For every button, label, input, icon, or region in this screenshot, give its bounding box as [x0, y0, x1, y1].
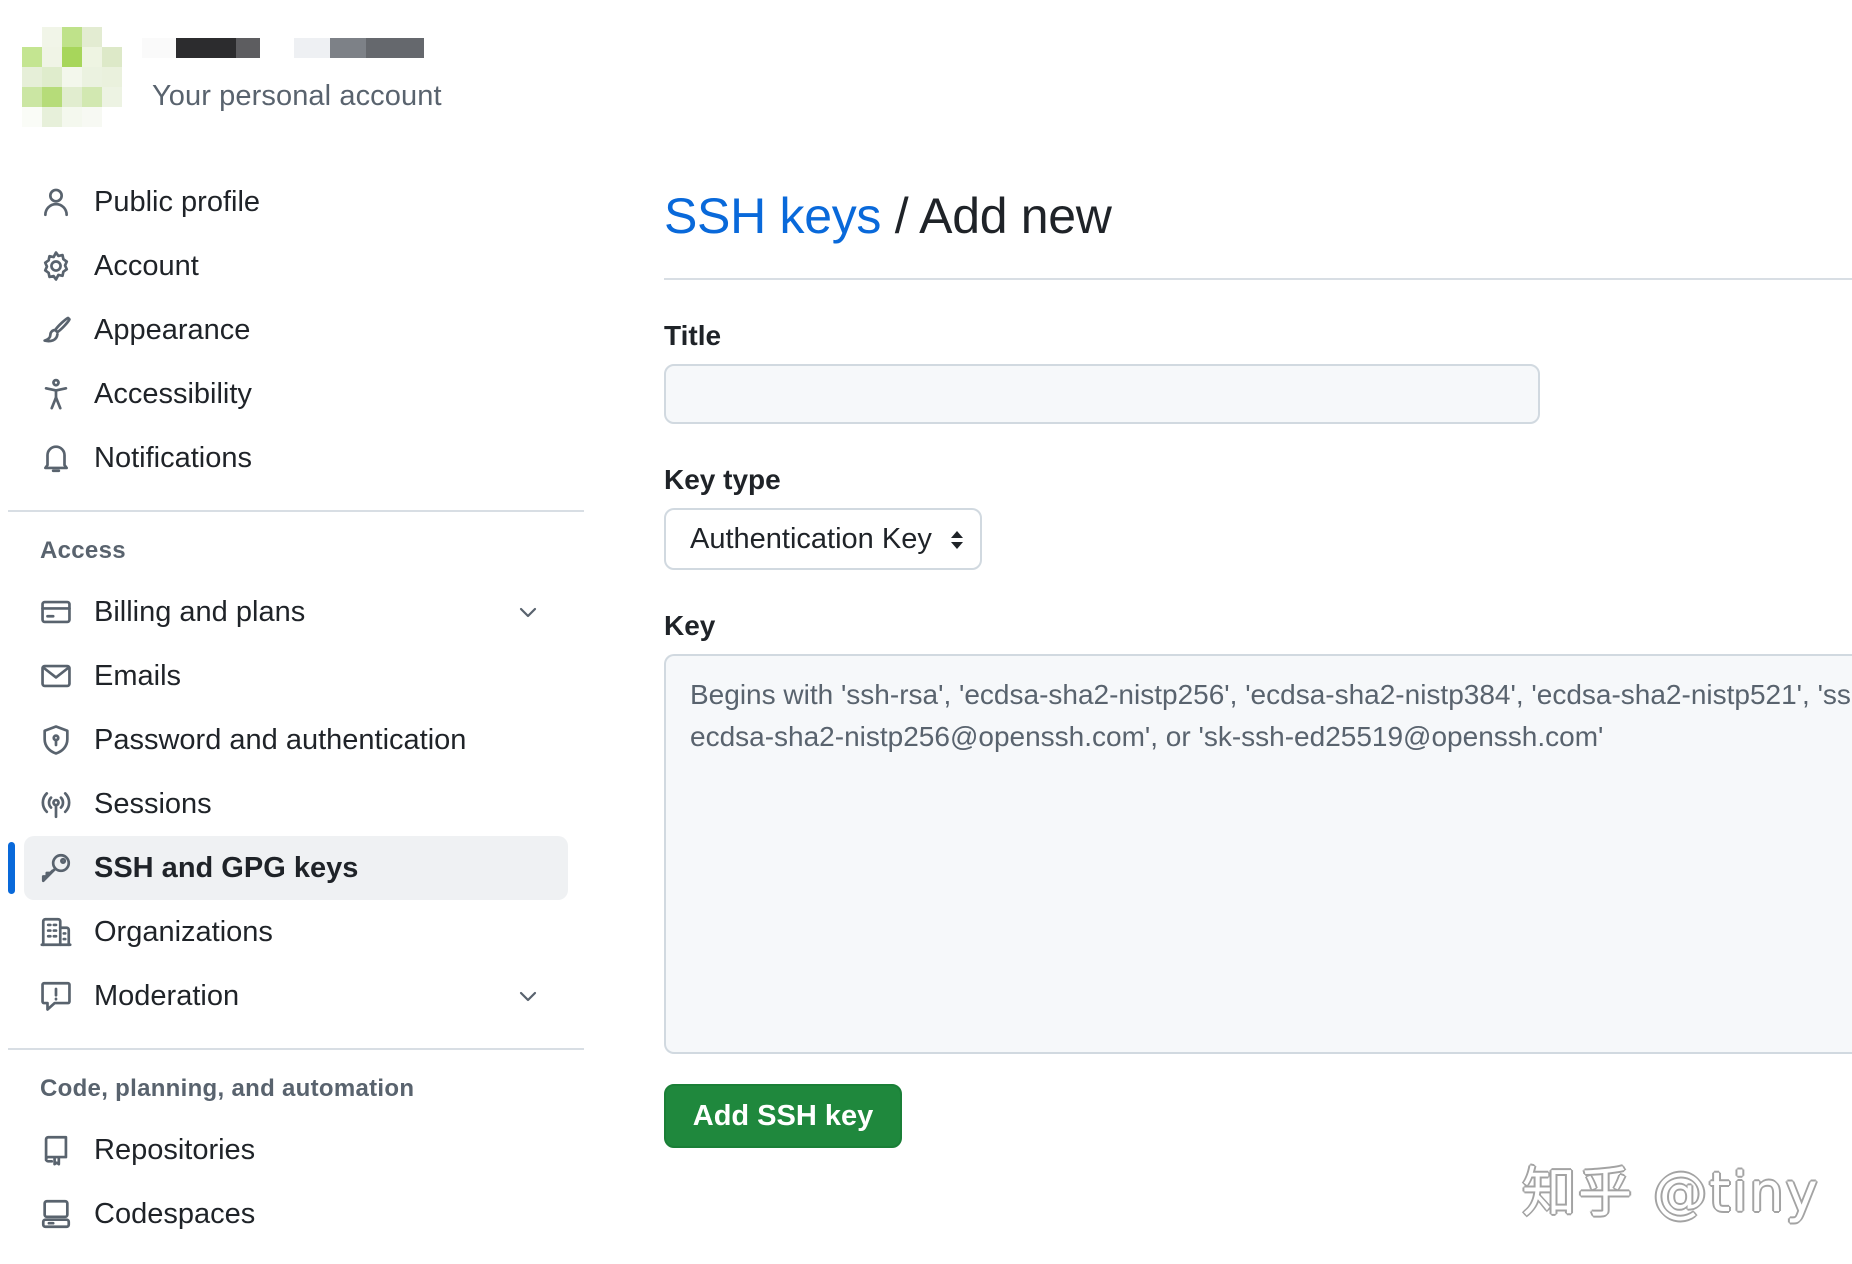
key-type-label: Key type: [664, 460, 1852, 500]
sidebar-item-label: Repositories: [94, 1134, 568, 1167]
credit-card-icon: [38, 594, 74, 630]
sidebar-item-label: SSH and GPG keys: [94, 852, 568, 885]
account-subtitle: Your personal account: [152, 80, 442, 113]
sidebar-item-appearance[interactable]: Appearance: [24, 298, 568, 362]
title-divider: [664, 278, 1852, 280]
avatar-pixel: [22, 87, 42, 107]
paintbrush-icon: [38, 312, 74, 348]
sidebar-item-emails[interactable]: Emails: [24, 644, 568, 708]
avatar-pixel: [82, 27, 102, 47]
avatar-pixel: [22, 107, 42, 127]
avatar-pixel: [42, 47, 62, 67]
person-icon: [38, 184, 74, 220]
key-icon: [38, 850, 74, 886]
key-textarea[interactable]: Begins with 'ssh-rsa', 'ecdsa-sha2-nistp…: [664, 654, 1852, 1054]
avatar-pixel: [62, 67, 82, 87]
key-placeholder-line-1: Begins with 'ssh-rsa', 'ecdsa-sha2-nistp…: [690, 674, 1852, 716]
account-header: Your personal account: [0, 0, 620, 140]
sidebar-item-label: Codespaces: [94, 1198, 568, 1231]
sidebar-item-label: Organizations: [94, 916, 568, 949]
avatar-pixel: [42, 107, 62, 127]
avatar-pixel: [102, 87, 122, 107]
sidebar-item-ssh-gpg-keys[interactable]: SSH and GPG keys: [24, 836, 568, 900]
main-content: SSH keys / Add new Title Key type Authen…: [664, 170, 1852, 1148]
avatar-pixel: [62, 87, 82, 107]
active-indicator: [8, 842, 15, 894]
sidebar-item-sessions[interactable]: Sessions: [24, 772, 568, 836]
avatar-pixel: [82, 87, 102, 107]
page-title: SSH keys / Add new: [664, 180, 1852, 252]
avatar-pixel: [22, 67, 42, 87]
watermark: 知乎 @tiny: [1522, 1148, 1820, 1227]
sidebar-item-label: Appearance: [94, 314, 568, 347]
avatar-pixel: [102, 47, 122, 67]
sidebar-item-label: Sessions: [94, 788, 568, 821]
sidebar-divider: [8, 1048, 584, 1050]
sidebar-item-repositories[interactable]: Repositories: [24, 1118, 568, 1182]
sidebar-item-label: Emails: [94, 660, 568, 693]
gear-icon: [38, 248, 74, 284]
accessibility-icon: [38, 376, 74, 412]
title-input[interactable]: [664, 364, 1540, 424]
sidebar-item-billing[interactable]: Billing and plans: [24, 580, 568, 644]
avatar-pixel: [62, 47, 82, 67]
breadcrumb-ssh-keys-link[interactable]: SSH keys: [664, 188, 881, 244]
sidebar-item-label: Password and authentication: [94, 724, 568, 757]
sidebar-item-codespaces[interactable]: Codespaces: [24, 1182, 568, 1246]
sidebar-item-accessibility[interactable]: Accessibility: [24, 362, 568, 426]
title-label: Title: [664, 316, 1852, 356]
avatar-pixel: [22, 27, 42, 47]
avatar-pixel: [42, 27, 62, 47]
select-arrows-icon: [948, 528, 966, 552]
organization-icon: [38, 914, 74, 950]
avatar-pixel: [62, 27, 82, 47]
settings-sidebar: Public profile Account Appearance Access…: [0, 170, 590, 1246]
avatar-pixel: [42, 87, 62, 107]
codespaces-icon: [38, 1196, 74, 1232]
mail-icon: [38, 658, 74, 694]
sidebar-item-label: Billing and plans: [94, 596, 514, 629]
avatar-pixel: [102, 67, 122, 87]
avatar-pixel: [102, 107, 122, 127]
avatar[interactable]: [22, 27, 122, 127]
add-ssh-key-button[interactable]: Add SSH key: [664, 1084, 902, 1148]
chevron-down-icon[interactable]: [514, 982, 542, 1010]
broadcast-icon: [38, 786, 74, 822]
sidebar-item-label: Moderation: [94, 980, 514, 1013]
repo-icon: [38, 1132, 74, 1168]
sidebar-item-public-profile[interactable]: Public profile: [24, 170, 568, 234]
sidebar-item-organizations[interactable]: Organizations: [24, 900, 568, 964]
key-placeholder-line-2: ecdsa-sha2-nistp256@openssh.com', or 'sk…: [690, 716, 1852, 758]
breadcrumb-separator: /: [881, 188, 919, 244]
key-type-select[interactable]: Authentication Key: [664, 508, 982, 570]
sidebar-item-label: Account: [94, 250, 568, 283]
breadcrumb-current: Add new: [919, 188, 1111, 244]
sidebar-item-account[interactable]: Account: [24, 234, 568, 298]
username-redacted[interactable]: [142, 26, 424, 70]
avatar-pixel: [82, 47, 102, 67]
avatar-pixel: [82, 107, 102, 127]
shield-lock-icon: [38, 722, 74, 758]
sidebar-item-moderation[interactable]: Moderation: [24, 964, 568, 1028]
avatar-pixel: [42, 67, 62, 87]
bell-icon: [38, 440, 74, 476]
avatar-pixel: [62, 107, 82, 127]
chevron-down-icon[interactable]: [514, 598, 542, 626]
report-icon: [38, 978, 74, 1014]
sidebar-section-heading-access: Access: [40, 532, 590, 570]
sidebar-item-label: Accessibility: [94, 378, 568, 411]
key-label: Key: [664, 606, 1852, 646]
sidebar-item-notifications[interactable]: Notifications: [24, 426, 568, 490]
sidebar-item-label: Notifications: [94, 442, 568, 475]
avatar-pixel: [102, 27, 122, 47]
avatar-pixel: [22, 47, 42, 67]
sidebar-item-password-authentication[interactable]: Password and authentication: [24, 708, 568, 772]
sidebar-section-heading-code: Code, planning, and automation: [40, 1070, 590, 1108]
sidebar-divider: [8, 510, 584, 512]
avatar-pixel: [82, 67, 102, 87]
sidebar-item-label: Public profile: [94, 186, 568, 219]
key-type-selected-value: Authentication Key: [690, 523, 932, 556]
